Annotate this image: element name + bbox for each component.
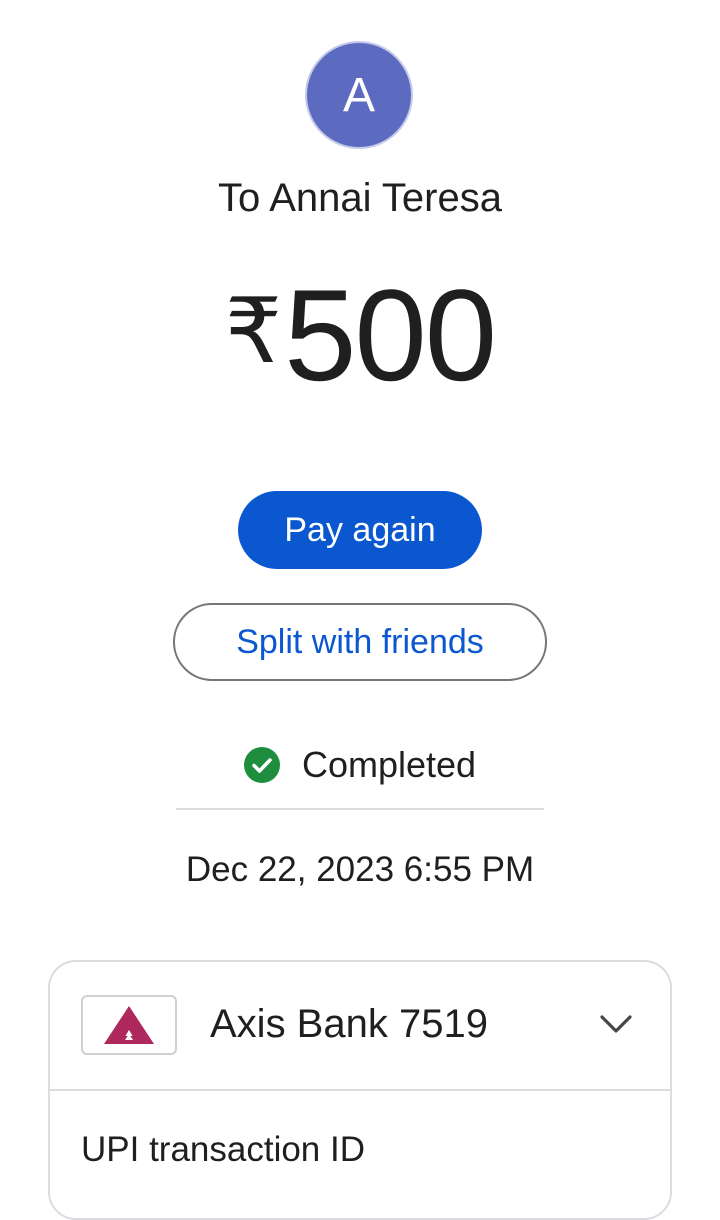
upi-transaction-id-label: UPI transaction ID <box>81 1130 365 1169</box>
amount-value: 500 <box>284 262 497 408</box>
pay-again-button[interactable]: Pay again <box>238 491 482 569</box>
transaction-status: Completed <box>0 744 720 786</box>
divider <box>176 808 544 810</box>
pay-again-label: Pay again <box>284 510 436 549</box>
split-with-friends-label: Split with friends <box>236 622 484 661</box>
chevron-down-icon[interactable] <box>598 1012 634 1036</box>
axis-bank-logo <box>81 995 177 1055</box>
axis-bank-logo-mark <box>104 1006 154 1044</box>
status-label: Completed <box>301 744 477 785</box>
split-with-friends-button[interactable]: Split with friends <box>173 603 547 681</box>
payment-source-row[interactable]: Axis Bank 7519 <box>50 962 670 1089</box>
payment-details-card: Axis Bank 7519 UPI transaction ID <box>48 960 672 1220</box>
recipient-name: To Annai Teresa <box>218 176 502 220</box>
card-divider <box>50 1089 670 1091</box>
payment-amount: ₹500 <box>0 270 720 400</box>
avatar: A <box>305 41 413 149</box>
avatar-initial: A <box>342 68 375 122</box>
bank-account-name: Axis Bank 7519 <box>210 1002 488 1046</box>
currency-symbol: ₹ <box>224 282 283 382</box>
check-circle-icon <box>243 747 280 783</box>
transaction-datetime: Dec 22, 2023 6:55 PM <box>185 850 535 889</box>
